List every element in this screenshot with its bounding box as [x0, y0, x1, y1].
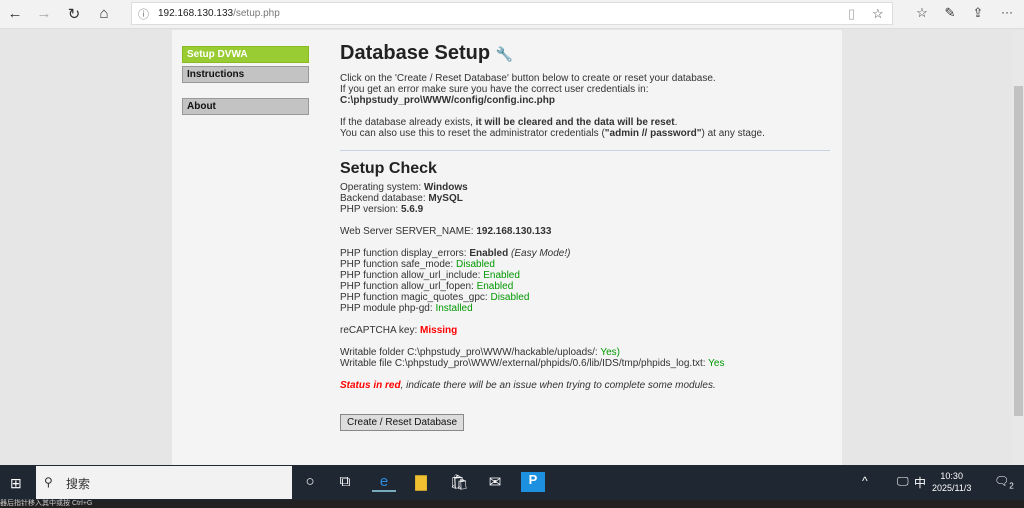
tray-chevron-icon[interactable]: ^: [862, 474, 868, 488]
intro: Click on the 'Create / Reset Database' b…: [340, 73, 830, 106]
notification-icon[interactable]: 🗨2: [994, 474, 1014, 490]
t: PHP function display_errors:: [340, 248, 470, 259]
allow-url-include: Enabled: [483, 270, 520, 281]
t: (Easy Mode!): [511, 248, 571, 259]
refresh-icon[interactable]: ↻: [64, 5, 84, 23]
share-icon[interactable]: ⇪: [968, 5, 988, 21]
php-gd: Installed: [435, 303, 473, 314]
recaptcha-status: Missing: [420, 325, 458, 336]
favorite-star-icon[interactable]: ☆: [872, 6, 884, 22]
t: .: [674, 117, 678, 128]
browser-toolbar: ← → ↻ ⌂ ⓘ 192.168.130.133/setup.php ▯ ☆ …: [0, 0, 1024, 29]
url-text[interactable]: 192.168.130.133/setup.php: [158, 8, 280, 19]
store-icon[interactable]: 🛍: [447, 473, 471, 491]
t: PHP function magic_quotes_gpc:: [340, 292, 491, 303]
t: Web Server SERVER_NAME:: [340, 226, 477, 237]
t: , indicate there will be an issue when t…: [400, 380, 716, 391]
log-writable: Yes: [708, 358, 725, 369]
php-functions: PHP function display_errors: Enabled (Ea…: [340, 248, 830, 314]
url-host: 192.168.130.133: [158, 8, 234, 19]
url-path: /setup.php: [233, 8, 280, 19]
t: PHP function allow_url_fopen:: [340, 281, 477, 292]
scrollbar-thumb[interactable]: [1014, 86, 1023, 416]
edge-icon[interactable]: e: [372, 473, 396, 492]
t: Writable folder C:\phpstudy_pro\WWW/hack…: [340, 347, 601, 358]
wrench-icon: 🔧: [495, 46, 514, 62]
allow-url-fopen: Enabled: [476, 281, 514, 292]
reading-view-icon[interactable]: ▯: [848, 6, 855, 22]
scrollbar[interactable]: [1012, 30, 1024, 465]
t: PHP function safe_mode:: [340, 259, 456, 270]
page-body: Setup DVWA Instructions About Database S…: [172, 30, 842, 465]
uploads-writable: Yes): [600, 347, 620, 358]
divider: [340, 150, 830, 151]
t: PHP module php-gd:: [340, 303, 436, 314]
admin-credentials: "admin // password": [604, 128, 702, 139]
safe-mode: Disabled: [456, 259, 495, 270]
clock[interactable]: 10:30 2025/11/3: [932, 470, 971, 494]
cortana-icon[interactable]: ○: [298, 473, 322, 490]
address-bar[interactable]: ⓘ 192.168.130.133/setup.php ▯ ☆: [131, 2, 893, 25]
page-title-text: Database Setup: [340, 42, 491, 64]
t: Writable file C:\phpstudy_pro\WWW/extern…: [340, 358, 709, 369]
notification-count: 2: [1009, 481, 1014, 491]
sidebar-item-about[interactable]: About: [182, 98, 309, 115]
forward-icon[interactable]: →: [34, 5, 54, 22]
taskbar-search[interactable]: ⚲ 搜索: [36, 466, 292, 499]
task-view-icon[interactable]: ⧉: [333, 473, 357, 490]
date: 2025/11/3: [932, 483, 972, 493]
server-name: Web Server SERVER_NAME: 192.168.130.133: [340, 226, 830, 237]
t: it will be cleared and the data will be …: [475, 117, 675, 128]
config-path: C:\phpstudy_pro\WWW/config/config.inc.ph…: [340, 95, 555, 106]
phpstudy-icon[interactable]: P: [521, 472, 545, 492]
t: PHP function allow_url_include:: [340, 270, 484, 281]
home-icon[interactable]: ⌂: [94, 5, 114, 22]
status-note: Status in red, indicate there will be an…: [340, 380, 830, 391]
magic-quotes: Disabled: [490, 292, 530, 303]
main-content: Database Setup 🔧 Click on the 'Create / …: [340, 40, 830, 431]
t: You can also use this to reset the admin…: [340, 128, 605, 139]
favorites-icon[interactable]: ☆: [912, 5, 932, 21]
status-red: Status in red: [340, 380, 401, 391]
system-info: Operating system: Windows Backend databa…: [340, 182, 830, 215]
pen-icon[interactable]: ✎: [940, 5, 960, 21]
search-label: 搜索: [66, 477, 91, 491]
network-icon[interactable]: 🖵: [897, 474, 909, 489]
recaptcha: reCAPTCHA key: Missing: [340, 325, 830, 336]
setup-check-title: Setup Check: [340, 160, 437, 177]
back-icon[interactable]: ←: [5, 5, 25, 22]
t: reCAPTCHA key:: [340, 325, 421, 336]
os-value: Windows: [423, 182, 468, 193]
page-title: Database Setup 🔧: [340, 40, 830, 67]
intro-line-1: Click on the 'Create / Reset Database' b…: [340, 73, 716, 84]
time: 10:30: [940, 471, 963, 481]
t: Operating system:: [340, 182, 424, 193]
display-errors: Enabled: [469, 248, 509, 259]
t: Backend database:: [340, 193, 429, 204]
status-strip: 器后指针移入其中或按 Ctrl+G: [0, 500, 1024, 508]
search-icon: ⚲: [44, 475, 53, 489]
windows-start-icon[interactable]: ⊞: [10, 475, 22, 492]
info-icon[interactable]: ⓘ: [138, 6, 149, 22]
ime-indicator[interactable]: 中: [914, 474, 926, 491]
server-value: 192.168.130.133: [476, 226, 552, 237]
sidebar-item-instructions[interactable]: Instructions: [182, 66, 309, 83]
more-icon[interactable]: ···: [997, 5, 1017, 19]
t: PHP version:: [340, 204, 401, 215]
t: If the database already exists,: [340, 117, 476, 128]
php-version: 5.6.9: [400, 204, 424, 215]
mail-icon[interactable]: ✉: [483, 473, 507, 491]
db-value: MySQL: [428, 193, 463, 204]
file-explorer-icon[interactable]: ▇: [409, 473, 433, 491]
intro-line-2: If you get an error make sure you have t…: [340, 84, 649, 95]
reset-warning: If the database already exists, it will …: [340, 117, 830, 139]
t: ) at any stage.: [701, 128, 765, 139]
writable: Writable folder C:\phpstudy_pro\WWW/hack…: [340, 347, 830, 369]
sidebar-item-setup[interactable]: Setup DVWA: [182, 46, 309, 63]
taskbar: ⊞ ⚲ 搜索 ○ ⧉ e ▇ 🛍 ✉ P ^ 🖵 中 10:30 2025/11/…: [0, 465, 1024, 500]
create-reset-database-button[interactable]: Create / Reset Database: [340, 414, 465, 431]
